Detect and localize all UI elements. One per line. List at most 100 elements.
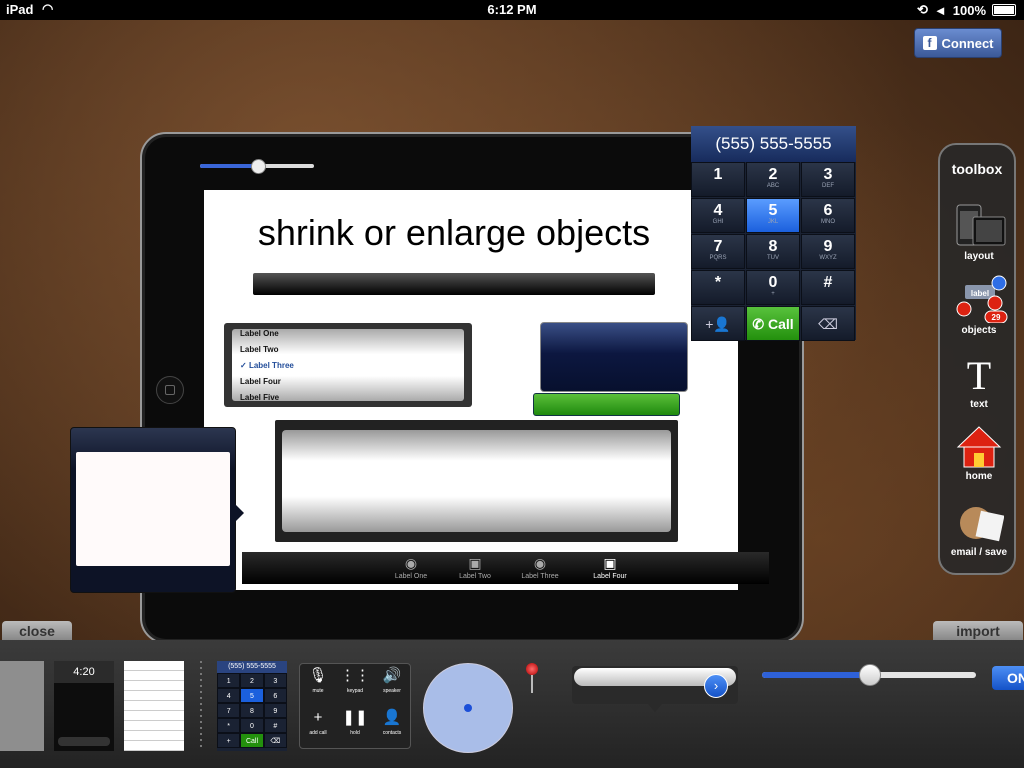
picker-object[interactable]: Label One Label Two ✓ Label Three Label … (224, 323, 472, 407)
plus-icon: + (313, 709, 323, 726)
pause-icon: ❚❚ (342, 709, 368, 726)
facebook-connect-button[interactable]: f Connect (914, 28, 1002, 58)
popover-arrow (235, 504, 244, 522)
speaker-icon: 🔊 (382, 667, 402, 684)
tool-layout[interactable]: layout (940, 203, 1018, 262)
key-6[interactable]: 6 MNO (801, 198, 855, 233)
textview-object[interactable] (275, 420, 678, 542)
toolbox-title: toolbox (951, 161, 1003, 177)
devices-icon (956, 204, 1006, 246)
mute-icon: ◄ (933, 2, 947, 18)
dock-map-location[interactable] (423, 663, 513, 753)
record-icon: ◉ (533, 555, 547, 571)
objects-icon: label 29 (956, 275, 1008, 323)
tool-text[interactable]: T text (940, 353, 1018, 411)
dock-callout[interactable]: › (572, 666, 738, 712)
add-call-button[interactable]: + add call (300, 706, 336, 747)
dock-lockscreen[interactable]: 4:20 (54, 661, 114, 751)
dock-slider-fill (762, 672, 869, 678)
picker-item-selected[interactable]: ✓ Label Three (240, 361, 294, 370)
key-hash[interactable]: # (801, 270, 855, 305)
text-icon: T (966, 353, 992, 398)
hold-button[interactable]: ❚❚ hold (337, 706, 373, 747)
keypad-icon: ⋮⋮ (340, 667, 370, 684)
monitor-icon: ▣ (603, 555, 617, 571)
key-3[interactable]: 3 DEF (801, 162, 855, 197)
dock-gray-view[interactable] (0, 661, 44, 751)
speaker-button[interactable]: 🔊 speaker (374, 664, 410, 705)
tab-label-four[interactable]: ▣ Label Four (575, 555, 645, 580)
facebook-connect-label: Connect (941, 35, 994, 51)
tool-objects[interactable]: label 29 objects (940, 273, 1018, 336)
dock-slider[interactable] (762, 664, 976, 686)
lock-time: 4:20 (54, 661, 114, 683)
svg-text:29: 29 (992, 313, 1001, 322)
mini-keypad-display: (555) 555-5555 (217, 661, 287, 673)
battery-percent: 100% (952, 2, 986, 18)
dock-picker[interactable] (194, 661, 208, 751)
dock-tableview[interactable] (124, 661, 184, 751)
person-icon: 👤 (382, 709, 402, 726)
add-contact-icon: +👤 (705, 316, 731, 332)
slide-to-unlock[interactable] (58, 737, 110, 746)
dock-switch[interactable]: ON (992, 666, 1024, 690)
contacts-button[interactable]: 👤 contacts (374, 706, 410, 747)
tool-home[interactable]: home (940, 425, 1018, 482)
tab-label-one[interactable]: ◉ Label One (376, 555, 446, 580)
location-dot-icon (464, 704, 472, 712)
key-7[interactable]: 7 PQRS (691, 234, 745, 269)
call-button[interactable]: ✆ Call (746, 306, 800, 341)
keypad-button[interactable]: ⋮⋮ keypad (337, 664, 373, 705)
picker-item[interactable]: Label Four (240, 377, 281, 386)
map-pin-icon[interactable] (526, 663, 538, 693)
add-contact-button[interactable]: +👤 (691, 306, 745, 341)
disclosure-arrow-icon[interactable]: › (704, 674, 728, 698)
email-save-icon (960, 507, 1004, 542)
canvas-slider-fill (200, 164, 257, 168)
toolbox-panel: toolbox layout label 29 objects T text h… (938, 143, 1016, 575)
battery-icon (992, 4, 1016, 16)
canvas-headline[interactable]: shrink or enlarge objects (204, 212, 704, 254)
close-button[interactable]: close (2, 621, 72, 640)
picker-item[interactable]: Label Two (240, 345, 279, 354)
picker-item[interactable]: Label One (240, 329, 279, 338)
key-8[interactable]: 8 TUV (746, 234, 800, 269)
green-button-object[interactable] (533, 393, 680, 416)
keypad-display: (555) 555-5555 (691, 126, 856, 162)
navbar-object[interactable] (540, 322, 688, 392)
picker-item[interactable]: Label Five (240, 393, 279, 402)
backspace-icon: ⌫ (818, 316, 838, 332)
key-0[interactable]: 0 + (746, 270, 800, 305)
tool-email-save[interactable]: email / save (940, 503, 1018, 558)
import-button[interactable]: import (933, 621, 1023, 640)
canvas-slider[interactable] (200, 159, 314, 174)
key-2[interactable]: 2 ABC (746, 162, 800, 197)
home-icon (956, 426, 1002, 468)
home-button[interactable] (156, 376, 184, 404)
record-icon: ◉ (404, 555, 418, 571)
microphone-icon: 🎙 (308, 667, 328, 684)
dock-slider-knob[interactable] (859, 664, 881, 686)
monitor-icon: ▣ (468, 555, 482, 571)
key-4[interactable]: 4 GHI (691, 198, 745, 233)
dock-keypad[interactable]: (555) 555-5555 1 2 3 4 5 6 7 8 9 * 0 # +… (217, 661, 287, 751)
tab-label-three[interactable]: ◉ Label Three (505, 555, 575, 580)
mute-button[interactable]: 🎙 mute (300, 664, 336, 705)
black-toolbar-object[interactable] (253, 273, 655, 295)
status-time: 6:12 PM (487, 2, 537, 17)
facebook-icon: f (922, 36, 937, 50)
svg-text:label: label (971, 289, 989, 298)
tabbar-object[interactable]: ◉ Label One ▣ Label Two ◉ Label Three ▣ … (242, 552, 769, 584)
key-1[interactable]: 1 (691, 162, 745, 197)
key-9[interactable]: 9 WXYZ (801, 234, 855, 269)
key-star[interactable]: * (691, 270, 745, 305)
phone-keypad-object[interactable]: (555) 555-5555 1 2 ABC 3 DEF 4 GHI 5 JKL 6 MN… (691, 126, 856, 341)
dock-call-panel[interactable]: 🎙 mute ⋮⋮ keypad 🔊 speaker + add call ❚❚ hold… (299, 663, 411, 749)
popover-object[interactable] (70, 427, 244, 593)
delete-button[interactable]: ⌫ (801, 306, 855, 341)
status-bar: iPad ◠ 6:12 PM ⟲ ◄ 100% (0, 0, 1024, 20)
key-5[interactable]: 5 JKL (746, 198, 800, 233)
canvas-slider-knob[interactable] (250, 159, 266, 174)
rotation-lock-icon: ⟲ (916, 2, 928, 17)
tab-label-two[interactable]: ▣ Label Two (440, 555, 510, 580)
